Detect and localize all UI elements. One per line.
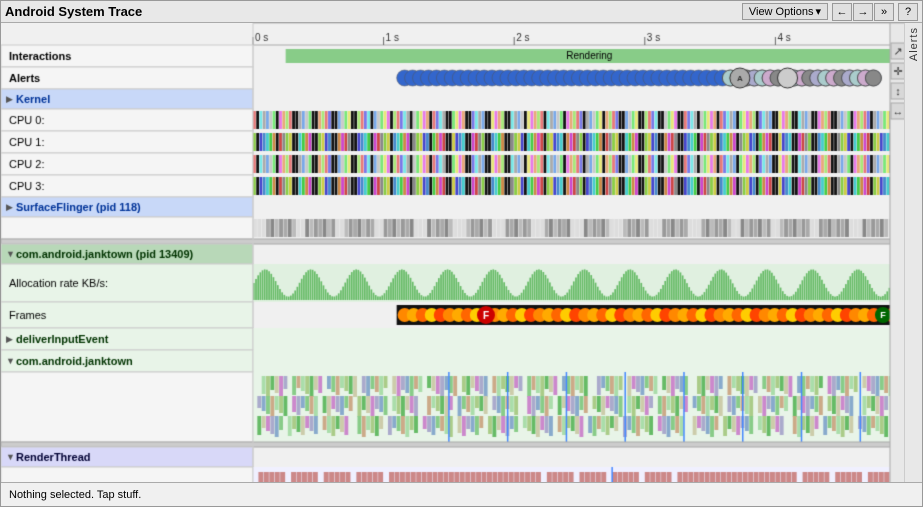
nav-forward-button[interactable]: → (853, 3, 873, 21)
app-title: Android System Trace (5, 4, 142, 19)
main-content: Alerts (1, 23, 922, 482)
nav-expand-button[interactable]: » (874, 3, 894, 21)
help-button[interactable]: ? (898, 3, 918, 21)
view-options-button[interactable]: View Options ▾ (742, 3, 828, 20)
alerts-sidebar-label: Alerts (908, 27, 920, 61)
status-bar: Nothing selected. Tap stuff. (1, 482, 922, 506)
alerts-sidebar: Alerts (904, 23, 922, 482)
title-bar: Android System Trace View Options ▾ ← → … (1, 1, 922, 23)
nav-buttons: ← → » (832, 3, 894, 21)
trace-canvas[interactable] (1, 23, 904, 482)
title-right-controls: View Options ▾ ← → » ? (742, 3, 918, 21)
trace-panel (1, 23, 904, 482)
status-text: Nothing selected. Tap stuff. (9, 489, 141, 501)
nav-back-button[interactable]: ← (832, 3, 852, 21)
